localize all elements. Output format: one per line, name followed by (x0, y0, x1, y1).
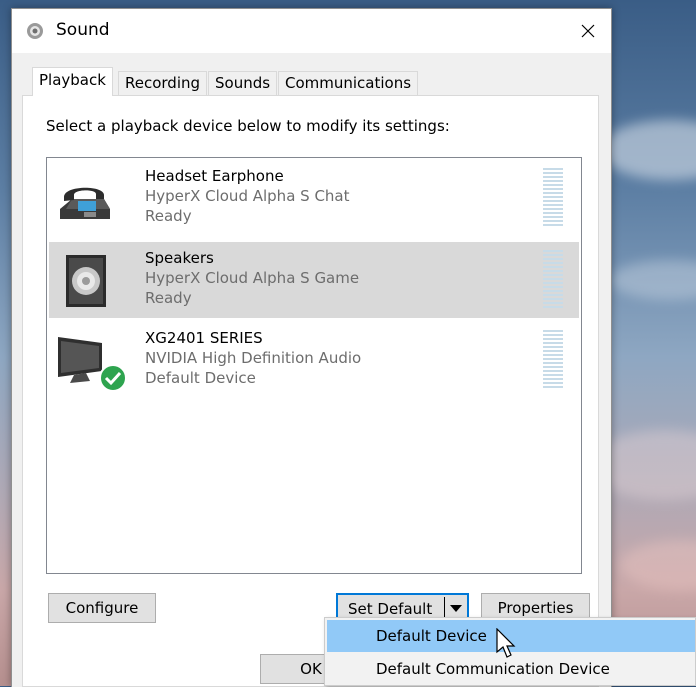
level-meter-bars (543, 330, 563, 388)
device-status: Default Device (145, 369, 256, 387)
level-meter-segment (543, 250, 563, 252)
level-meter-segment (543, 374, 563, 376)
close-icon (581, 24, 595, 38)
level-meter-segment (543, 298, 563, 300)
tab-playback[interactable]: Playback (32, 67, 113, 96)
level-meter-segment (543, 330, 563, 332)
level-meter-segment (543, 270, 563, 272)
playback-panel: Select a playback device below to modify… (22, 95, 599, 687)
level-meter-segment (543, 274, 563, 276)
level-meter-segment (543, 208, 563, 210)
level-meter-segment (543, 266, 563, 268)
level-meter-segment (543, 358, 563, 360)
device-item-xg2401[interactable]: XG2401 SERIES NVIDIA High Definition Aud… (49, 322, 579, 398)
device-name: Headset Earphone (145, 167, 284, 185)
level-meter-segment (543, 176, 563, 178)
level-meter-segment (543, 350, 563, 352)
split-divider (444, 597, 445, 619)
tab-sounds[interactable]: Sounds (208, 71, 278, 95)
level-meter-segment (543, 334, 563, 336)
level-meter-segment (543, 386, 563, 388)
level-meter-segment (543, 254, 563, 256)
level-meter-segment (543, 184, 563, 186)
speaker-icon (66, 255, 106, 307)
level-meter-segment (543, 370, 563, 372)
dropdown-arrow-icon[interactable] (449, 604, 463, 613)
level-meter-segment (543, 258, 563, 260)
level-meter-segment (543, 220, 563, 222)
device-description: NVIDIA High Definition Audio (145, 349, 362, 367)
level-meter-segment (543, 354, 563, 356)
device-status: Ready (145, 289, 192, 307)
level-meter (543, 330, 563, 390)
level-meter-segment (543, 262, 563, 264)
level-meter-segment (543, 278, 563, 280)
instruction-text: Select a playback device below to modify… (46, 117, 450, 135)
level-meter-segment (543, 282, 563, 284)
device-name: Speakers (145, 249, 214, 267)
window-title: Sound (56, 20, 110, 40)
level-meter-segment (543, 204, 563, 206)
level-meter-bars (543, 250, 563, 308)
configure-button[interactable]: Configure (48, 593, 156, 623)
close-button[interactable] (565, 9, 611, 53)
level-meter-segment (543, 362, 563, 364)
device-name: XG2401 SERIES (145, 329, 263, 347)
device-status: Ready (145, 207, 192, 225)
mouse-cursor-icon (496, 628, 516, 658)
level-meter-segment (543, 180, 563, 182)
level-meter-segment (543, 342, 563, 344)
level-meter-segment (543, 224, 563, 226)
sound-dialog: Sound Playback Recording Sounds Communic… (11, 8, 612, 687)
level-meter (543, 250, 563, 310)
level-meter-segment (543, 382, 563, 384)
level-meter-segment (543, 366, 563, 368)
level-meter-segment (543, 290, 563, 292)
level-meter-segment (543, 196, 563, 198)
device-description: HyperX Cloud Alpha S Game (145, 269, 360, 287)
level-meter-segment (543, 192, 563, 194)
level-meter-segment (543, 378, 563, 380)
level-meter-segment (543, 216, 563, 218)
level-meter-segment (543, 168, 563, 170)
level-meter-segment (543, 212, 563, 214)
level-meter-segment (543, 188, 563, 190)
default-check-icon (99, 364, 127, 392)
tab-communications[interactable]: Communications (278, 71, 419, 95)
device-item-headset-earphone[interactable]: Headset Earphone HyperX Cloud Alpha S Ch… (49, 160, 579, 236)
level-meter-segment (543, 306, 563, 308)
level-meter-segment (543, 338, 563, 340)
level-meter-bars (543, 168, 563, 226)
level-meter (543, 168, 563, 228)
device-description: HyperX Cloud Alpha S Chat (145, 187, 350, 205)
level-meter-segment (543, 200, 563, 202)
headset-phone-icon (60, 187, 110, 219)
set-default-label: Set Default (348, 600, 433, 618)
level-meter-segment (543, 172, 563, 174)
tab-recording[interactable]: Recording (118, 71, 208, 95)
level-meter-segment (543, 286, 563, 288)
title-bar: Sound (12, 9, 611, 53)
level-meter-segment (543, 294, 563, 296)
speaker-app-icon (27, 23, 43, 39)
device-list[interactable]: Headset Earphone HyperX Cloud Alpha S Ch… (46, 157, 582, 574)
level-meter-segment (543, 346, 563, 348)
level-meter-segment (543, 302, 563, 304)
device-item-speakers[interactable]: Speakers HyperX Cloud Alpha S Game Ready (49, 242, 579, 318)
